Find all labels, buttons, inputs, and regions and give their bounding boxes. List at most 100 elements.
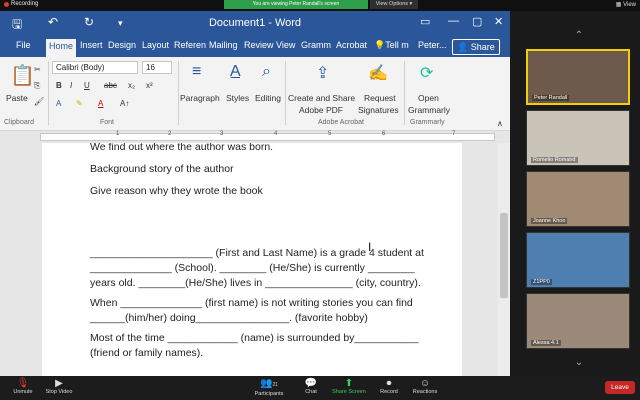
open-label[interactable]: Open <box>418 93 439 103</box>
font-size-select[interactable]: 16 <box>142 61 172 74</box>
close-icon[interactable]: ✕ <box>494 15 503 28</box>
copy-icon[interactable]: ⎘ <box>34 81 40 91</box>
styles-button[interactable]: Styles <box>226 93 249 103</box>
tab-layout[interactable]: Layout <box>142 40 169 50</box>
participant-name: Joanne Khoo <box>531 218 568 224</box>
doc-line: years old. ________(He/She) lives in ___… <box>90 277 421 289</box>
lightbulb-icon: 💡 <box>374 40 386 50</box>
tab-home[interactable]: Home <box>46 39 77 57</box>
superscript-icon[interactable]: x² <box>146 81 153 90</box>
view-options-button[interactable]: View Options ▾ <box>370 0 418 9</box>
highlight-icon[interactable]: ✎ <box>76 99 83 108</box>
participant-name: Alessa 4.1 <box>531 340 561 346</box>
horizontal-ruler: 1 2 3 4 5 6 7 <box>0 131 510 143</box>
doc-line: Background story of the author <box>90 163 234 175</box>
clipboard-group-label: Clipboard <box>4 119 34 126</box>
format-painter-icon[interactable]: 🖌 <box>34 97 44 106</box>
participants-label: Participants <box>254 391 284 397</box>
create-share-label[interactable]: Create and Share <box>288 93 355 103</box>
tab-view[interactable]: View <box>276 40 295 50</box>
tab-design[interactable]: Design <box>108 40 136 50</box>
text-cursor-icon: I <box>368 240 372 254</box>
tab-file[interactable]: File <box>16 40 31 50</box>
doc-line: Give reason why they wrote the book <box>90 185 263 197</box>
tab-mailings[interactable]: Mailing <box>209 40 238 50</box>
tab-grammarly[interactable]: Gramm <box>301 40 331 50</box>
participant-tile[interactable]: Peter Randall <box>526 49 630 105</box>
reactions-label: Reactions <box>412 389 438 395</box>
search-icon[interactable]: ⌕ <box>262 63 271 81</box>
stop-video-button[interactable]: ▶ Stop Video <box>36 378 82 395</box>
document-area[interactable]: We find out where the author was born. B… <box>12 143 498 376</box>
strikethrough-icon[interactable]: abc <box>104 81 117 90</box>
word-window: 🖫 ↶ ↻ ▾ Document1 - Word ▭ — ▢ ✕ File Ho… <box>0 11 510 376</box>
paragraph-icon[interactable]: ≡ <box>192 63 201 81</box>
participants-panel: ⌃ Peter Randall Romelio Romand Joanne Kh… <box>518 11 640 376</box>
document-page[interactable]: We find out where the author was born. B… <box>42 143 462 376</box>
zoom-top-bar: Recording You are viewing Peter Randall'… <box>0 0 640 11</box>
ribbon-display-icon[interactable]: ▭ <box>420 15 430 28</box>
grammarly-label[interactable]: Grammarly <box>408 105 450 115</box>
maximize-icon[interactable]: ▢ <box>472 15 482 28</box>
participant-tile[interactable]: Alessa 4.1 <box>526 293 630 349</box>
video-camera-icon: ▶ <box>55 378 63 389</box>
grammarly-icon[interactable]: ⟳ <box>420 63 433 83</box>
ruler-number: 7 <box>452 131 456 137</box>
text-effects-icon[interactable]: A <box>56 99 61 108</box>
italic-icon[interactable]: I <box>70 81 72 90</box>
paste-button[interactable]: Paste <box>6 93 28 103</box>
ruler-number: 6 <box>382 131 386 137</box>
cut-icon[interactable]: ✂ <box>34 65 41 74</box>
clipboard-icon[interactable]: 📋 <box>10 63 35 88</box>
tab-insert[interactable]: Insert <box>80 40 103 50</box>
editing-button[interactable]: Editing <box>255 93 281 103</box>
subscript-icon[interactable]: x₂ <box>128 81 135 90</box>
participant-tile[interactable]: Romelio Romand <box>526 110 630 166</box>
font-name-select[interactable]: Calibri (Body) <box>52 61 138 74</box>
bold-icon[interactable]: B <box>56 81 62 90</box>
minimize-icon[interactable]: — <box>448 15 459 27</box>
doc-line: We find out where the author was born. <box>90 143 274 153</box>
participant-tile[interactable]: Joanne Khoo <box>526 171 630 227</box>
tell-me-search[interactable]: 💡Tell m <box>374 40 409 51</box>
reactions-button[interactable]: ☺ Reactions <box>402 378 448 395</box>
grammarly-group-label: Grammarly <box>410 119 445 126</box>
view-button[interactable]: ▦ View <box>616 1 636 8</box>
ruler-number: 4 <box>274 131 278 137</box>
signatures-label[interactable]: Signatures <box>358 105 399 115</box>
tab-review[interactable]: Review <box>244 40 274 50</box>
font-color-icon[interactable]: A <box>98 99 103 108</box>
tab-references[interactable]: Referen <box>174 40 206 50</box>
share-banner: You are viewing Peter Randall's screen <box>224 0 368 9</box>
adobe-pdf-label[interactable]: Adobe PDF <box>299 105 343 115</box>
participant-name: Romelio Romand <box>531 157 578 163</box>
leave-button[interactable]: Leave <box>605 381 635 394</box>
participant-tile[interactable]: Z1PP0 <box>526 232 630 288</box>
styles-icon[interactable]: A̲ <box>230 63 241 81</box>
request-label[interactable]: Request <box>364 93 396 103</box>
create-pdf-icon[interactable]: ⇪ <box>316 63 329 83</box>
ruler-number: 5 <box>328 131 332 137</box>
collapse-ribbon-icon[interactable]: ∧ <box>497 119 503 128</box>
document-title: Document1 - Word <box>208 17 302 29</box>
scroll-down-icon[interactable]: ⌄ <box>518 357 640 368</box>
grow-font-icon[interactable]: A↑ <box>120 99 129 108</box>
title-bar: 🖫 ↶ ↻ ▾ Document1 - Word ▭ — ▢ ✕ <box>0 11 510 37</box>
underline-icon[interactable]: U <box>84 81 90 90</box>
doc-line: ______(him/her) doing________________. (… <box>90 312 368 324</box>
share-button[interactable]: 👤 Share <box>452 39 500 55</box>
ruler-number: 1 <box>116 131 120 137</box>
share-label: Share <box>470 42 495 52</box>
participants-button[interactable]: 👥21 Participants <box>246 378 292 397</box>
zoom-control-bar: 🎙 Unmute ▶ Stop Video 👥21 Participants 💬… <box>0 376 640 400</box>
signature-icon[interactable]: ✍ <box>368 63 388 83</box>
ribbon-tabs: File Home Insert Design Layout Referen M… <box>0 37 510 57</box>
user-account[interactable]: Peter... <box>418 40 447 50</box>
tab-acrobat[interactable]: Acrobat <box>336 40 367 50</box>
scroll-up-icon[interactable]: ⌃ <box>518 30 640 41</box>
tell-me-label: Tell m <box>385 40 409 50</box>
ruler-number: 2 <box>168 131 172 137</box>
vertical-scrollbar[interactable] <box>498 143 510 376</box>
paragraph-button[interactable]: Paragraph <box>180 93 220 103</box>
scroll-thumb[interactable] <box>500 213 508 298</box>
